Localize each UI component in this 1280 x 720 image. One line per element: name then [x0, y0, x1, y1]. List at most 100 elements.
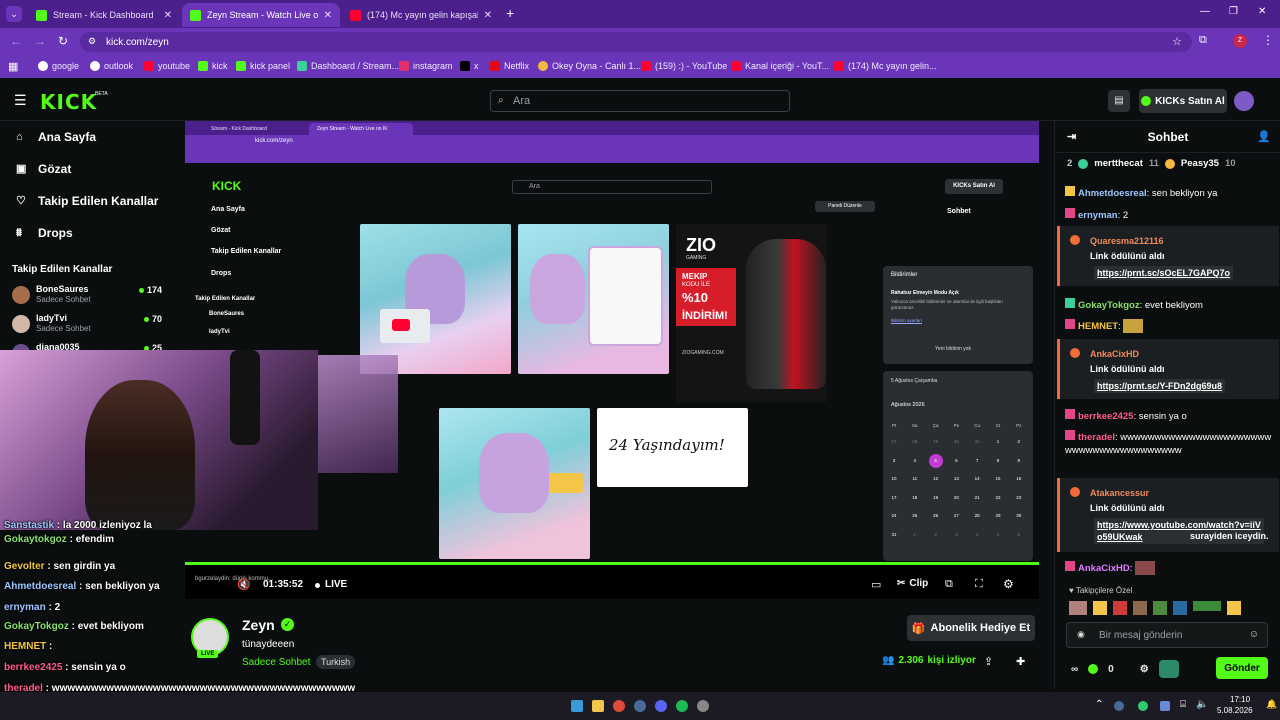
bookmark-youtube[interactable]: youtube — [144, 61, 190, 71]
fullscreen-icon[interactable]: ⛶ — [975, 578, 983, 591]
calendar-weekday: Pe — [953, 423, 960, 428]
pip-icon[interactable]: ⧉ — [945, 578, 953, 591]
chat-settings-icon[interactable]: ⚙ — [1140, 664, 1149, 675]
calendar-day: 19 — [933, 494, 939, 500]
overlay-chat-user: HEMNET — [4, 641, 47, 652]
bookmark-kanal[interactable]: Kanal içeriği - YouT... — [731, 61, 829, 71]
follow-user-icon[interactable]: ✚ — [1016, 655, 1025, 668]
chat-users-icon[interactable]: 👤 — [1257, 130, 1271, 143]
chat-message-input[interactable]: ◉ Bir mesaj gönderin ☺ — [1066, 622, 1268, 648]
emote-icon[interactable] — [1173, 601, 1187, 615]
inner-kick-logo: KICK — [212, 179, 242, 193]
library-icon[interactable]: ▤ — [1108, 90, 1130, 112]
buy-kicks-button[interactable]: KICKs Satın Al — [1139, 89, 1227, 113]
badge-icon — [1065, 561, 1075, 571]
streamer-name[interactable]: Zeyn — [242, 617, 275, 633]
apps-grid-icon[interactable]: ▦ — [8, 60, 18, 73]
back-icon[interactable]: ← — [10, 34, 22, 48]
youtube-icon — [834, 61, 844, 71]
discord-icon[interactable] — [655, 700, 667, 712]
bookmark-youtube-159[interactable]: (159) :) - YouTube — [641, 61, 727, 71]
bookmark-kick-panel[interactable]: kick panel — [236, 61, 290, 71]
nav-browse[interactable]: ▣ Gözat — [16, 162, 71, 176]
restore-icon[interactable]: ❐ — [1229, 6, 1238, 17]
bookmark-star-icon[interactable]: ☆ — [1172, 35, 1182, 48]
kick-emote-icon[interactable] — [1158, 660, 1179, 678]
tray-steam-icon[interactable] — [1114, 701, 1124, 711]
notif-title: Bildirimler — [891, 272, 918, 278]
emote-icon[interactable] — [1069, 601, 1087, 615]
bookmark-youtube-174[interactable]: (174) Mc yayın gelin... — [834, 61, 937, 71]
emote-icon[interactable] — [1113, 601, 1127, 615]
emote-icon[interactable] — [1193, 601, 1221, 611]
settings-gear-icon[interactable]: ⚙ — [1003, 577, 1014, 591]
infinity-icon[interactable]: ∞ — [1071, 664, 1078, 675]
emote-icon[interactable] — [1153, 601, 1167, 615]
followed-channel-item[interactable]: ladyTvi Sadece Sohbet 70 — [12, 313, 162, 339]
send-button[interactable]: Gönder — [1216, 657, 1268, 679]
gift-subscription-button[interactable]: 🎁 Abonelik Hediye Et — [907, 615, 1035, 641]
tab-youtube[interactable]: (174) Mc yayın gelin kapışalım ✕ — [342, 3, 500, 27]
emote-icon[interactable] — [1093, 601, 1107, 615]
menu-dots-icon[interactable]: ⋮ — [1262, 33, 1274, 47]
tab-search-icon[interactable]: ⌄ — [6, 6, 22, 22]
tray-green-icon[interactable] — [1138, 701, 1148, 711]
close-icon[interactable]: ✕ — [484, 10, 492, 21]
nav-following[interactable]: ♡ Takip Edilen Kanallar — [16, 194, 158, 208]
windows-start-icon[interactable] — [571, 700, 583, 712]
nav-home[interactable]: ⌂ Ana Sayfa — [16, 130, 96, 144]
collapse-chat-icon[interactable]: ⇥ — [1067, 130, 1076, 143]
bookmark-x[interactable]: x — [460, 61, 479, 71]
notifications-bell-icon[interactable]: 🔔 — [1266, 699, 1277, 710]
tab-kick-dashboard[interactable]: Stream - Kick Dashboard ✕ — [28, 3, 180, 27]
bookmark-dashboard[interactable]: Dashboard / Stream... — [297, 61, 399, 71]
reload-icon[interactable]: ↻ — [58, 34, 68, 48]
emoji-icon[interactable]: ☺ — [1249, 629, 1259, 640]
chrome-icon[interactable] — [613, 700, 625, 712]
bookmark-outlook[interactable]: outlook — [90, 61, 133, 71]
site-info-icon[interactable]: ⚙ — [88, 36, 96, 47]
followed-channel-item[interactable]: BoneSaures Sadece Sohbet 174 — [12, 284, 162, 310]
minimize-icon[interactable]: — — [1200, 6, 1210, 17]
profile-avatar[interactable]: Z — [1233, 34, 1247, 48]
user-avatar[interactable] — [1234, 91, 1254, 111]
app-icon[interactable] — [697, 700, 709, 712]
kick-logo[interactable]: KICK — [40, 90, 97, 114]
bookmark-netflix[interactable]: Netflix — [490, 61, 529, 71]
bookmark-kick[interactable]: kick — [198, 61, 228, 71]
search-input[interactable]: ⌕ Ara — [490, 90, 790, 112]
steam-icon[interactable] — [634, 700, 646, 712]
extensions-icon[interactable]: ⧉ — [1199, 34, 1207, 47]
follower-emotes-label: ♥ Takipçilere Özel — [1069, 586, 1133, 595]
calendar-day: 23 — [1016, 494, 1022, 500]
language-tag[interactable]: Turkish — [316, 655, 356, 669]
window-close-icon[interactable]: ✕ — [1258, 6, 1266, 17]
emote-icon[interactable] — [1133, 601, 1147, 615]
bookmark-instagram[interactable]: instagram — [399, 61, 453, 71]
share-icon[interactable]: ⇪ — [984, 655, 993, 668]
speaker-icon[interactable]: 🔈 — [1196, 699, 1208, 710]
tray-up-icon[interactable]: ⌃ — [1095, 699, 1103, 710]
nav-drops[interactable]: ⩩ Drops — [16, 226, 73, 240]
stream-category[interactable]: Sadece Sohbet — [242, 657, 310, 668]
bookmark-okey[interactable]: Okey Oyna - Canlı 1... — [538, 61, 641, 71]
close-icon[interactable]: ✕ — [324, 10, 332, 21]
spotify-icon[interactable] — [676, 700, 688, 712]
emote-icon[interactable] — [1227, 601, 1241, 615]
address-bar[interactable]: ⚙ kick.com/zeyn ☆ — [80, 32, 1192, 52]
clock-time[interactable]: 17:10 — [1230, 695, 1250, 704]
file-explorer-icon[interactable] — [592, 700, 604, 712]
clip-button[interactable]: ✂ Clip — [897, 578, 928, 589]
calendar-day: 27 — [953, 513, 959, 518]
tray-app-icon[interactable] — [1160, 701, 1170, 711]
theater-mode-icon[interactable]: ▭ — [871, 578, 881, 591]
tab-zeyn-stream[interactable]: Zeyn Stream - Watch Live on Ki ✕ — [182, 3, 340, 27]
bookmark-google[interactable]: google — [38, 61, 79, 71]
calendar-day: 24 — [891, 513, 897, 518]
forward-icon[interactable]: → — [34, 34, 46, 48]
close-icon[interactable]: ✕ — [164, 10, 172, 21]
inner-tab: Zeyn Stream - Watch Live on Ki — [309, 123, 413, 135]
new-tab-button[interactable]: + — [506, 5, 514, 21]
hamburger-menu-icon[interactable]: ☰ — [14, 92, 27, 109]
network-icon[interactable]: ⌸ — [1180, 699, 1186, 710]
